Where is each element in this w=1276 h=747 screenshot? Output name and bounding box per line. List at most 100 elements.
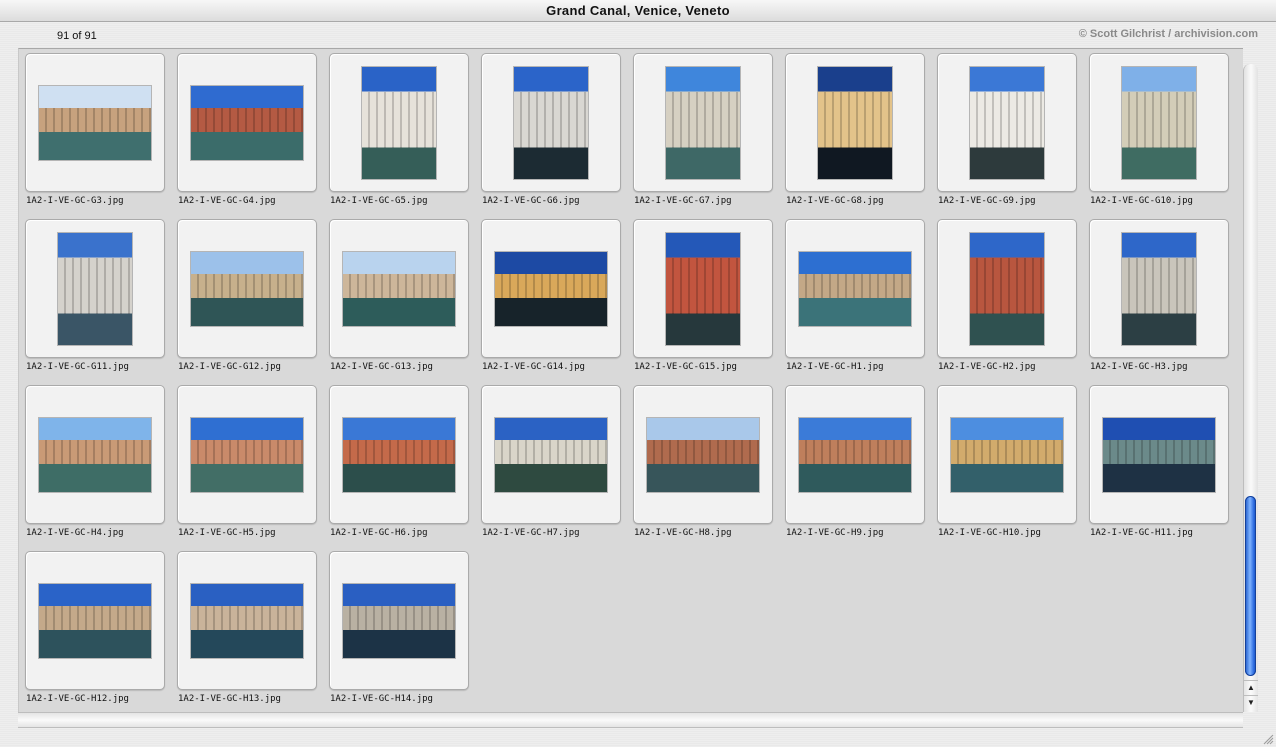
slide-mount[interactable] [1089, 53, 1229, 192]
thumbnail-image[interactable] [666, 67, 740, 179]
building-facade [495, 440, 607, 464]
thumbnail-item[interactable]: 1A2-I-VE-GC-H12.jpg [19, 547, 171, 712]
slide-mount[interactable] [25, 551, 165, 690]
slide-mount[interactable] [177, 219, 317, 358]
slide-mount[interactable] [785, 53, 925, 192]
thumbnail-caption: 1A2-I-VE-GC-H8.jpg [634, 528, 732, 538]
thumbnail-image[interactable] [666, 233, 740, 345]
thumbnail-caption: 1A2-I-VE-GC-G4.jpg [178, 196, 276, 206]
thumbnail-caption: 1A2-I-VE-GC-G11.jpg [26, 362, 129, 372]
thumbnail-image[interactable] [1122, 67, 1196, 179]
thumbnail-image[interactable] [191, 418, 303, 492]
vertical-scrollbar[interactable]: ▲ ▼ [1243, 64, 1258, 712]
slide-mount[interactable] [177, 53, 317, 192]
thumbnail-image[interactable] [39, 584, 151, 658]
thumbnail-item[interactable]: 1A2-I-VE-GC-H7.jpg [475, 381, 627, 547]
thumbnail-image[interactable] [951, 418, 1063, 492]
thumbnail-image[interactable] [343, 584, 455, 658]
thumbnail-item[interactable]: 1A2-I-VE-GC-G3.jpg [19, 49, 171, 215]
slide-mount[interactable] [633, 385, 773, 524]
thumbnail-item[interactable]: 1A2-I-VE-GC-H14.jpg [323, 547, 475, 712]
thumbnail-item[interactable]: 1A2-I-VE-GC-G7.jpg [627, 49, 779, 215]
scroll-up-arrow-icon[interactable]: ▲ [1244, 680, 1258, 695]
thumbnail-item[interactable]: 1A2-I-VE-GC-G5.jpg [323, 49, 475, 215]
thumbnail-item[interactable]: 1A2-I-VE-GC-G6.jpg [475, 49, 627, 215]
thumbnail-caption: 1A2-I-VE-GC-G15.jpg [634, 362, 737, 372]
slide-mount[interactable] [1089, 385, 1229, 524]
thumbnail-item[interactable]: 1A2-I-VE-GC-H1.jpg [779, 215, 931, 381]
thumbnail-image[interactable] [343, 252, 455, 326]
thumbnail-image[interactable] [343, 418, 455, 492]
thumbnail-image[interactable] [1122, 233, 1196, 345]
slide-mount[interactable] [177, 385, 317, 524]
building-facade [1122, 91, 1196, 148]
slide-mount[interactable] [481, 385, 621, 524]
thumbnail-image[interactable] [495, 418, 607, 492]
thumbnail-item[interactable]: 1A2-I-VE-GC-H10.jpg [931, 381, 1083, 547]
thumbnail-image[interactable] [191, 86, 303, 160]
thumbnail-item[interactable]: 1A2-I-VE-GC-G4.jpg [171, 49, 323, 215]
thumbnail-image[interactable] [39, 86, 151, 160]
thumbnail-item[interactable]: 1A2-I-VE-GC-G8.jpg [779, 49, 931, 215]
thumbnail-item[interactable]: 1A2-I-VE-GC-G9.jpg [931, 49, 1083, 215]
thumbnail-caption: 1A2-I-VE-GC-H5.jpg [178, 528, 276, 538]
slide-mount[interactable] [937, 53, 1077, 192]
slide-mount[interactable] [937, 219, 1077, 358]
slide-mount[interactable] [25, 219, 165, 358]
thumbnail-caption: 1A2-I-VE-GC-G7.jpg [634, 196, 732, 206]
thumbnail-image[interactable] [799, 418, 911, 492]
thumbnail-item[interactable]: 1A2-I-VE-GC-H8.jpg [627, 381, 779, 547]
horizontal-scrollbar[interactable] [18, 712, 1243, 728]
thumbnail-item[interactable]: 1A2-I-VE-GC-G12.jpg [171, 215, 323, 381]
thumbnail-item[interactable]: 1A2-I-VE-GC-H4.jpg [19, 381, 171, 547]
slide-mount[interactable] [633, 219, 773, 358]
thumbnail-image[interactable] [362, 67, 436, 179]
thumbnail-item[interactable]: 1A2-I-VE-GC-H11.jpg [1083, 381, 1235, 547]
thumbnail-item[interactable]: 1A2-I-VE-GC-H2.jpg [931, 215, 1083, 381]
slide-mount[interactable] [1089, 219, 1229, 358]
slide-mount[interactable] [329, 551, 469, 690]
slide-mount[interactable] [481, 219, 621, 358]
thumbnail-item[interactable]: 1A2-I-VE-GC-H9.jpg [779, 381, 931, 547]
slide-mount[interactable] [25, 385, 165, 524]
thumbnail-caption: 1A2-I-VE-GC-G13.jpg [330, 362, 433, 372]
window-title: Grand Canal, Venice, Veneto [0, 0, 1276, 22]
thumbnail-image[interactable] [191, 584, 303, 658]
thumbnail-image[interactable] [818, 67, 892, 179]
thumbnail-image[interactable] [970, 67, 1044, 179]
building-facade [343, 274, 455, 298]
scrollbar-thumb[interactable] [1245, 496, 1256, 676]
thumbnail-item[interactable]: 1A2-I-VE-GC-G11.jpg [19, 215, 171, 381]
thumbnail-item[interactable]: 1A2-I-VE-GC-H3.jpg [1083, 215, 1235, 381]
thumbnail-item[interactable]: 1A2-I-VE-GC-G10.jpg [1083, 49, 1235, 215]
thumbnail-item[interactable]: 1A2-I-VE-GC-G15.jpg [627, 215, 779, 381]
thumbnail-image[interactable] [191, 252, 303, 326]
slide-mount[interactable] [329, 219, 469, 358]
slide-mount[interactable] [785, 385, 925, 524]
slide-mount[interactable] [937, 385, 1077, 524]
slide-mount[interactable] [785, 219, 925, 358]
slide-mount[interactable] [481, 53, 621, 192]
thumbnail-image[interactable] [39, 418, 151, 492]
thumbnail-item[interactable]: 1A2-I-VE-GC-H6.jpg [323, 381, 475, 547]
resize-grip-icon[interactable] [1262, 733, 1274, 745]
thumbnail-item[interactable]: 1A2-I-VE-GC-H5.jpg [171, 381, 323, 547]
slide-mount[interactable] [633, 53, 773, 192]
thumbnail-item[interactable]: 1A2-I-VE-GC-G13.jpg [323, 215, 475, 381]
thumbnail-image[interactable] [970, 233, 1044, 345]
slide-mount[interactable] [329, 53, 469, 192]
thumbnail-image[interactable] [495, 252, 607, 326]
thumbnail-image[interactable] [647, 418, 759, 492]
thumbnail-image[interactable] [1103, 418, 1215, 492]
slide-mount[interactable] [177, 551, 317, 690]
building-facade [666, 91, 740, 148]
slide-mount[interactable] [25, 53, 165, 192]
scroll-down-arrow-icon[interactable]: ▼ [1244, 695, 1258, 710]
thumbnail-item[interactable]: 1A2-I-VE-GC-H13.jpg [171, 547, 323, 712]
thumbnail-image[interactable] [514, 67, 588, 179]
slide-mount[interactable] [329, 385, 469, 524]
thumbnail-item[interactable]: 1A2-I-VE-GC-G14.jpg [475, 215, 627, 381]
thumbnail-caption: 1A2-I-VE-GC-H3.jpg [1090, 362, 1188, 372]
thumbnail-image[interactable] [799, 252, 911, 326]
thumbnail-image[interactable] [58, 233, 132, 345]
